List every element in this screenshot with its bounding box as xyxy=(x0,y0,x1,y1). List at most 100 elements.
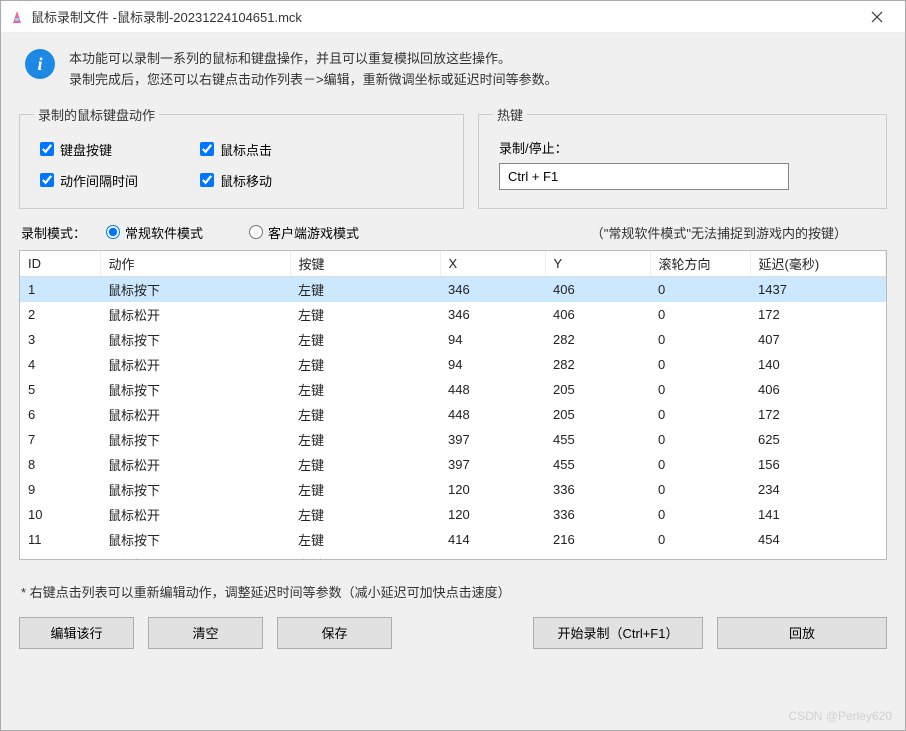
cell-y: 455 xyxy=(545,452,650,477)
start-record-button[interactable]: 开始录制（Ctrl+F1） xyxy=(533,617,703,649)
checkbox-mouseclick[interactable]: 鼠标点击 xyxy=(200,140,340,159)
cell-key: 左键 xyxy=(290,327,440,352)
cell-id: 2 xyxy=(20,302,100,327)
cell-id: 12 xyxy=(20,552,100,560)
table-body: 1鼠标按下左键346406014372鼠标松开左键34640601723鼠标按下… xyxy=(20,276,886,560)
cell-delay: 407 xyxy=(750,327,886,352)
table-header-row[interactable]: ID 动作 按键 X Y 滚轮方向 延迟(毫秒) xyxy=(20,251,886,277)
cell-wheel: 0 xyxy=(650,527,750,552)
checkbox-keyboard-label: 键盘按键 xyxy=(60,140,112,159)
save-button[interactable]: 保存 xyxy=(277,617,392,649)
cell-key: 左键 xyxy=(290,527,440,552)
playback-button[interactable]: 回放 xyxy=(717,617,887,649)
checkbox-keyboard-input[interactable] xyxy=(40,142,54,156)
cell-y: 205 xyxy=(545,402,650,427)
cell-id: 3 xyxy=(20,327,100,352)
radio-game-mode[interactable]: 客户端游戏模式 xyxy=(249,223,359,242)
checkbox-interval-input[interactable] xyxy=(40,173,54,187)
cell-action: 鼠标按下 xyxy=(100,427,290,452)
header-y[interactable]: Y xyxy=(545,251,650,277)
table-row[interactable]: 11鼠标按下左键4142160454 xyxy=(20,527,886,552)
cell-action: 鼠标松开 xyxy=(100,452,290,477)
radio-normal-mode-label: 常规软件模式 xyxy=(125,223,203,242)
cell-id: 10 xyxy=(20,502,100,527)
table-row[interactable]: 4鼠标松开左键942820140 xyxy=(20,352,886,377)
cell-delay: 1437 xyxy=(750,276,886,302)
header-delay[interactable]: 延迟(毫秒) xyxy=(750,251,886,277)
header-key[interactable]: 按键 xyxy=(290,251,440,277)
cell-y: 282 xyxy=(545,352,650,377)
checkbox-keyboard[interactable]: 键盘按键 xyxy=(40,140,180,159)
cell-wheel: 0 xyxy=(650,302,750,327)
checkbox-mouseclick-input[interactable] xyxy=(200,142,214,156)
titlebar[interactable]: 鼠标录制文件 -鼠标录制-20231224104651.mck xyxy=(1,1,905,33)
cell-x: 448 xyxy=(440,402,545,427)
clear-button[interactable]: 清空 xyxy=(148,617,263,649)
cell-delay: 141 xyxy=(750,502,886,527)
cell-id: 9 xyxy=(20,477,100,502)
table-row[interactable]: 6鼠标松开左键4482050172 xyxy=(20,402,886,427)
info-line-1: 本功能可以录制一系列的鼠标和键盘操作，并且可以重复模拟回放这些操作。 xyxy=(69,49,558,70)
checkbox-interval[interactable]: 动作间隔时间 xyxy=(40,171,180,190)
cell-x: 120 xyxy=(440,502,545,527)
edit-row-button[interactable]: 编辑该行 xyxy=(19,617,134,649)
table-row[interactable]: 2鼠标松开左键3464060172 xyxy=(20,302,886,327)
cell-action: 鼠标松开 xyxy=(100,302,290,327)
table-row[interactable]: 7鼠标按下左键3974550625 xyxy=(20,427,886,452)
cell-key: 左键 xyxy=(290,302,440,327)
checkbox-interval-label: 动作间隔时间 xyxy=(60,171,138,190)
header-action[interactable]: 动作 xyxy=(100,251,290,277)
cell-wheel: 0 xyxy=(650,452,750,477)
cell-wheel: 0 xyxy=(650,377,750,402)
table-row[interactable]: 3鼠标按下左键942820407 xyxy=(20,327,886,352)
header-wheel[interactable]: 滚轮方向 xyxy=(650,251,750,277)
cell-delay: 156 xyxy=(750,452,886,477)
hotkey-label: 录制/停止： xyxy=(499,138,866,157)
cell-wheel: 0 xyxy=(650,327,750,352)
app-icon xyxy=(9,9,25,25)
cell-wheel: 0 xyxy=(650,276,750,302)
cell-y: 205 xyxy=(545,377,650,402)
close-button[interactable] xyxy=(857,2,897,32)
table-row[interactable]: 8鼠标松开左键3974550156 xyxy=(20,452,886,477)
record-mode-note: （"常规软件模式"无法捕捉到游戏内的按键） xyxy=(591,223,847,242)
record-mode-row: 录制模式： 常规软件模式 客户端游戏模式 （"常规软件模式"无法捕捉到游戏内的按… xyxy=(19,219,887,250)
cell-x: 397 xyxy=(440,427,545,452)
table-row[interactable]: 10鼠标松开左键1203360141 xyxy=(20,502,886,527)
recorded-actions-legend: 录制的鼠标键盘动作 xyxy=(34,105,159,124)
hotkey-legend: 热键 xyxy=(493,105,527,124)
cell-action: 鼠标按下 xyxy=(100,327,290,352)
actions-table[interactable]: ID 动作 按键 X Y 滚轮方向 延迟(毫秒) 1鼠标按下左键34640601… xyxy=(20,251,886,560)
cell-y: 282 xyxy=(545,327,650,352)
cell-delay: 454 xyxy=(750,527,886,552)
table-row[interactable]: 12鼠标松开左键4142160140 xyxy=(20,552,886,560)
cell-key: 左键 xyxy=(290,377,440,402)
table-row[interactable]: 5鼠标按下左键4482050406 xyxy=(20,377,886,402)
cell-action: 鼠标按下 xyxy=(100,377,290,402)
radio-game-mode-label: 客户端游戏模式 xyxy=(268,223,359,242)
cell-delay: 140 xyxy=(750,352,886,377)
cell-y: 406 xyxy=(545,276,650,302)
cell-key: 左键 xyxy=(290,452,440,477)
actions-table-wrap[interactable]: ID 动作 按键 X Y 滚轮方向 延迟(毫秒) 1鼠标按下左键34640601… xyxy=(19,250,887,560)
cell-wheel: 0 xyxy=(650,402,750,427)
radio-normal-mode[interactable]: 常规软件模式 xyxy=(106,223,203,242)
cell-action: 鼠标按下 xyxy=(100,527,290,552)
hotkey-input[interactable]: Ctrl + F1 xyxy=(499,163,789,190)
header-id[interactable]: ID xyxy=(20,251,100,277)
radio-game-mode-input[interactable] xyxy=(249,225,263,239)
checkbox-mousemove[interactable]: 鼠标移动 xyxy=(200,171,340,190)
info-text: 本功能可以录制一系列的鼠标和键盘操作，并且可以重复模拟回放这些操作。 录制完成后… xyxy=(69,49,558,91)
record-mode-label: 录制模式： xyxy=(21,223,86,242)
cell-x: 414 xyxy=(440,527,545,552)
header-x[interactable]: X xyxy=(440,251,545,277)
checkbox-mousemove-input[interactable] xyxy=(200,173,214,187)
cell-action: 鼠标松开 xyxy=(100,352,290,377)
cell-y: 216 xyxy=(545,527,650,552)
checkbox-mouseclick-label: 鼠标点击 xyxy=(220,140,272,159)
radio-normal-mode-input[interactable] xyxy=(106,225,120,239)
cell-delay: 234 xyxy=(750,477,886,502)
cell-key: 左键 xyxy=(290,552,440,560)
table-row[interactable]: 9鼠标按下左键1203360234 xyxy=(20,477,886,502)
table-row[interactable]: 1鼠标按下左键34640601437 xyxy=(20,276,886,302)
